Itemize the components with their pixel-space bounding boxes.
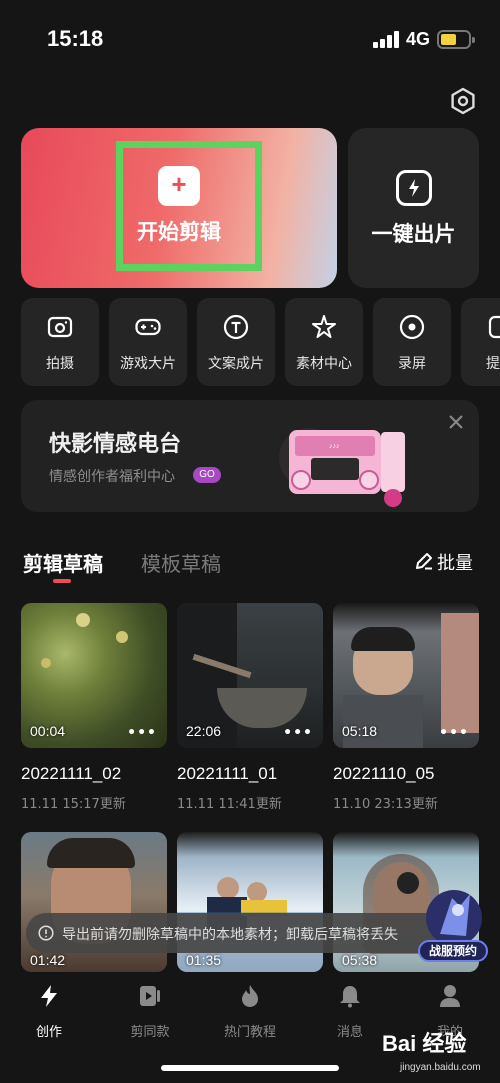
tools-row: 拍摄 游戏大片 文案成片 素材中心 录屏 提词 [21,298,500,388]
nav-create[interactable]: 创作 [9,983,89,1043]
nav-messages-label: 消息 [336,1025,363,1040]
draft-tabs: 剪辑草稿 模板草稿 批量 [0,540,500,586]
draft-thumbnail[interactable]: 22:06 ••• [177,603,323,748]
highlight-box [116,141,262,271]
tool-record-label: 录屏 [398,356,426,372]
nav-messages[interactable]: 消息 [310,983,390,1043]
flame-icon [242,985,258,1007]
watermark-brand: Bai 经验 [382,1031,467,1056]
tool-material[interactable]: 素材中心 [285,298,363,386]
tool-text-label: 文案成片 [208,356,264,372]
draft-date: 11.11 15:17更新 [21,797,126,812]
draft-date: 11.11 11:41更新 [177,797,282,812]
promo-floating[interactable]: 战服预约 [414,884,494,968]
go-badge[interactable]: GO [193,467,221,483]
draft-duration: 05:18 [342,723,378,739]
draft-thumbnail[interactable]: 00:04 ••• [21,603,167,748]
tab-indicator [53,579,71,583]
draft-duration: 22:06 [186,723,222,739]
draft-name: 20221111_01 [177,764,278,783]
person-icon [440,985,460,1007]
bolt-icon [396,170,432,206]
pen-icon [416,553,432,570]
tool-camera-label: 拍摄 [46,356,74,372]
record-icon [399,314,425,340]
tool-camera[interactable]: 拍摄 [21,298,99,386]
svg-text:♪♪♪: ♪♪♪ [329,443,340,450]
draft-duration: 00:04 [30,723,66,739]
draft-name: 20221111_02 [21,764,122,783]
draft-duration: 01:42 [30,952,66,968]
close-icon[interactable] [448,414,464,430]
draft-duration: 01:35 [186,952,222,968]
bell-icon [340,986,360,1008]
signal-icon [373,31,401,48]
banner-subtitle: 情感创作者福利中心 [49,469,175,485]
nav-tutorials[interactable]: 热门教程 [210,983,290,1043]
tool-material-label: 素材中心 [296,356,352,372]
sparkle-icon [312,315,336,338]
one-click-card[interactable] [348,128,479,288]
bolt-icon [41,985,57,1007]
more-icon[interactable]: ••• [127,725,157,741]
one-click-label: 一键出片 [371,222,456,246]
nav-tutorials-label: 热门教程 [223,1025,276,1040]
more-icon[interactable]: ••• [439,725,469,741]
settings-icon[interactable] [448,86,478,116]
home-indicator [161,1065,339,1071]
tab-edit-drafts[interactable]: 剪辑草稿 [23,548,103,577]
promo-label: 战服预约 [418,940,488,962]
gamepad-icon [135,318,161,336]
radio-banner[interactable]: 快影情感电台 情感创作者福利中心 GO ♪♪♪ [21,400,479,512]
baidu-watermark: Bai 经验 jingyan.baidu.com [380,1026,498,1081]
text-icon [223,314,249,340]
batch-label: 批量 [437,553,473,574]
tool-teleprompter[interactable]: 提词 [461,298,500,386]
tab-template-drafts[interactable]: 模板草稿 [141,548,221,577]
character-icon [426,890,482,944]
tool-record[interactable]: 录屏 [373,298,451,386]
more-icon[interactable]: ••• [283,725,313,741]
batch-button[interactable]: 批量 [414,549,484,574]
draft-date: 11.10 23:13更新 [333,797,438,812]
info-icon [38,925,54,941]
nav-template[interactable]: 剪同款 [110,983,190,1043]
teleprompter-icon [488,315,500,339]
draft-duration: 05:38 [342,952,378,968]
export-warning-toast: 导出前请勿删除草稿中的本地素材；卸载后草稿将丢失 [26,913,454,953]
nav-template-label: 剪同款 [130,1025,170,1040]
radio-illustration: ♪♪♪ [279,428,405,507]
network-type: 4G [406,29,431,49]
tool-text[interactable]: 文案成片 [197,298,275,386]
toast-text: 导出前请勿删除草稿中的本地素材；卸载后草稿将丢失 [62,927,398,943]
camera-icon [47,316,73,338]
tool-game[interactable]: 游戏大片 [109,298,187,386]
nav-create-label: 创作 [35,1025,62,1040]
tool-teleprompter-label: 提词 [486,356,500,372]
watermark-url: jingyan.baidu.com [400,1062,481,1073]
status-time: 15:18 [47,26,104,51]
battery-icon [437,30,475,49]
tool-game-label: 游戏大片 [120,356,176,372]
banner-title: 快影情感电台 [49,432,182,457]
status-bar: 15:18 4G [0,0,500,80]
play-icon [140,986,160,1006]
draft-thumbnail[interactable]: 05:18 ••• [333,603,479,748]
draft-name: 20221110_05 [333,764,435,783]
